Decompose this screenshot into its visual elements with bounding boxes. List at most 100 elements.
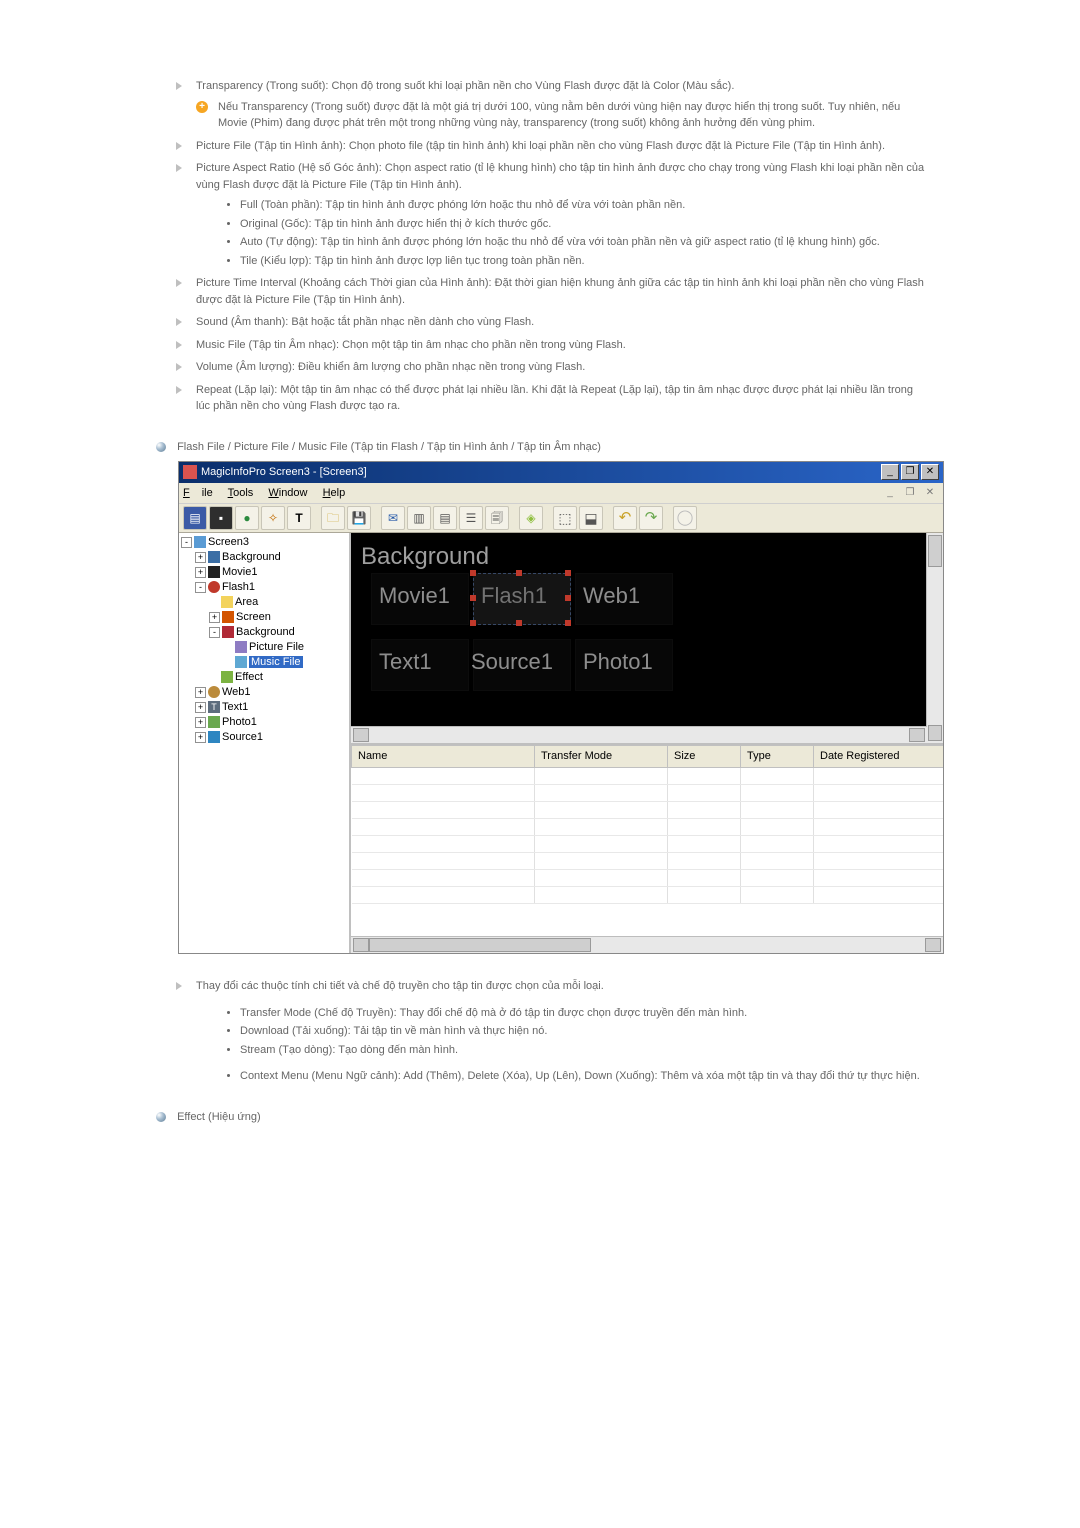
col-transfer-mode[interactable]: Transfer Mode [535, 746, 668, 768]
file-grid[interactable]: Name Transfer Mode Size Type Date Regist… [351, 743, 943, 936]
table-row[interactable] [352, 801, 944, 818]
tree-area[interactable]: Area [235, 596, 258, 608]
canvas-region[interactable] [575, 573, 673, 625]
col-date-registered[interactable]: Date Registered [814, 746, 944, 768]
close-button[interactable]: ✕ [921, 464, 939, 480]
resize-handle-icon[interactable] [470, 620, 476, 626]
tree-collapse-icon[interactable]: - [195, 582, 206, 593]
canvas-region-selected[interactable] [473, 573, 571, 625]
tb-icon-4[interactable]: ✧ [261, 506, 285, 530]
tb-icon-3[interactable]: ● [235, 506, 259, 530]
tb-icon-2[interactable]: ▪ [209, 506, 233, 530]
tb-icon-undo[interactable]: ↶ [613, 506, 637, 530]
tb-icon-text[interactable]: T [287, 506, 311, 530]
resize-handle-icon[interactable] [470, 570, 476, 576]
tb-icon-doc1[interactable]: ▥ [407, 506, 431, 530]
tree-bg-sub[interactable]: Background [236, 626, 295, 638]
scroll-left-icon[interactable] [353, 938, 369, 952]
tree-expand-icon[interactable]: + [195, 687, 206, 698]
table-row[interactable] [352, 818, 944, 835]
tb-icon-record[interactable]: ◯ [673, 506, 697, 530]
resize-handle-icon[interactable] [516, 620, 522, 626]
canvas-region[interactable] [371, 573, 469, 625]
tree-source1[interactable]: Source1 [222, 731, 263, 743]
tree-music-file[interactable]: Music File [249, 656, 303, 668]
resize-handle-icon[interactable] [565, 570, 571, 576]
tb-icon-1[interactable]: ▤ [183, 506, 207, 530]
tree-background[interactable]: Background [222, 551, 281, 563]
tb-icon-front[interactable]: ⬚ [553, 506, 577, 530]
table-row[interactable] [352, 784, 944, 801]
tree-flash1[interactable]: Flash1 [222, 581, 255, 593]
tb-icon-save[interactable]: 💾 [347, 506, 371, 530]
canvas-h-scrollbar[interactable] [351, 726, 927, 743]
grid-h-scrollbar[interactable] [351, 936, 943, 953]
tree-text1[interactable]: Text1 [222, 701, 248, 713]
canvas-region[interactable] [473, 639, 571, 691]
menu-window[interactable]: Window [268, 487, 307, 499]
arrow-right-icon [176, 363, 182, 371]
menu-help[interactable]: Help [323, 487, 346, 499]
tree-expand-icon[interactable]: + [195, 717, 206, 728]
tree-expand-icon[interactable]: + [195, 567, 206, 578]
table-row[interactable] [352, 852, 944, 869]
tb-icon-mail[interactable]: ✉ [381, 506, 405, 530]
menu-file[interactable]: File [183, 487, 213, 499]
tree-pane[interactable]: - Screen3 + Background + Movie1 - Flash1 Are… [179, 533, 351, 953]
canvas-v-scrollbar[interactable] [926, 533, 943, 743]
tb-icon-back[interactable]: ⬓ [579, 506, 603, 530]
tree-expand-icon[interactable]: + [195, 732, 206, 743]
arrow-right-icon [176, 341, 182, 349]
col-type[interactable]: Type [741, 746, 814, 768]
tb-icon-doc2[interactable]: ▤ [433, 506, 457, 530]
table-row[interactable] [352, 886, 944, 903]
item-transparency: Transparency (Trong suốt): Chọn độ trong… [176, 78, 930, 132]
scroll-left-icon[interactable] [353, 728, 369, 742]
tree-screen[interactable]: Screen [236, 611, 271, 623]
tree-movie1[interactable]: Movie1 [222, 566, 257, 578]
title-bar[interactable]: MagicInfoPro Screen3 - [Screen3] _ ❐ ✕ [179, 462, 943, 483]
col-name[interactable]: Name [352, 746, 535, 768]
item-picture-time-text: Picture Time Interval (Khoảng cách Thời … [196, 277, 924, 306]
mdi-close-button[interactable]: ✕ [921, 485, 939, 501]
tree-collapse-icon[interactable]: - [209, 627, 220, 638]
scroll-thumb[interactable] [928, 535, 942, 567]
resize-handle-icon[interactable] [565, 620, 571, 626]
resize-handle-icon[interactable] [516, 570, 522, 576]
canvas-region[interactable] [371, 639, 469, 691]
tb-icon-doc4[interactable]: 🗐 [485, 506, 509, 530]
layout-canvas[interactable]: Background Movie1 Flash1 Web1 Text1 Sour… [351, 533, 943, 743]
item-picture-file: Picture File (Tập tin Hình ảnh): Chọn ph… [176, 138, 930, 155]
tree-expand-icon[interactable]: + [209, 612, 220, 623]
scroll-right-icon[interactable] [925, 938, 941, 952]
tb-icon-open[interactable]: 🗀 [321, 506, 345, 530]
item-picture-aspect: Picture Aspect Ratio (Hệ số Góc ảnh): Ch… [176, 160, 930, 269]
minimize-button[interactable]: _ [881, 464, 899, 480]
maximize-button[interactable]: ❐ [901, 464, 919, 480]
tree-photo1[interactable]: Photo1 [222, 716, 257, 728]
table-row[interactable] [352, 767, 944, 784]
tree-effect[interactable]: Effect [235, 671, 263, 683]
tree-web1[interactable]: Web1 [222, 686, 251, 698]
tree-picture-file[interactable]: Picture File [249, 641, 304, 653]
tb-icon-doc3[interactable]: ☰ [459, 506, 483, 530]
resize-handle-icon[interactable] [470, 595, 476, 601]
canvas-region[interactable] [575, 639, 673, 691]
tree-collapse-icon[interactable]: - [181, 537, 192, 548]
tree-screen3[interactable]: Screen3 [208, 536, 249, 548]
tb-icon-diamond[interactable]: ◈ [519, 506, 543, 530]
col-size[interactable]: Size [668, 746, 741, 768]
scroll-right-icon[interactable] [909, 728, 925, 742]
mdi-minimize-button[interactable]: _ [881, 485, 899, 501]
mdi-restore-button[interactable]: ❐ [901, 485, 919, 501]
tree-expand-icon[interactable]: + [195, 552, 206, 563]
movie-icon [208, 566, 220, 578]
menu-tools[interactable]: Tools [228, 487, 254, 499]
tb-icon-redo[interactable]: ↷ [639, 506, 663, 530]
table-row[interactable] [352, 835, 944, 852]
resize-handle-icon[interactable] [565, 595, 571, 601]
tree-expand-icon[interactable]: + [195, 702, 206, 713]
scroll-down-icon[interactable] [928, 725, 942, 741]
scroll-thumb[interactable] [369, 938, 591, 952]
table-row[interactable] [352, 869, 944, 886]
